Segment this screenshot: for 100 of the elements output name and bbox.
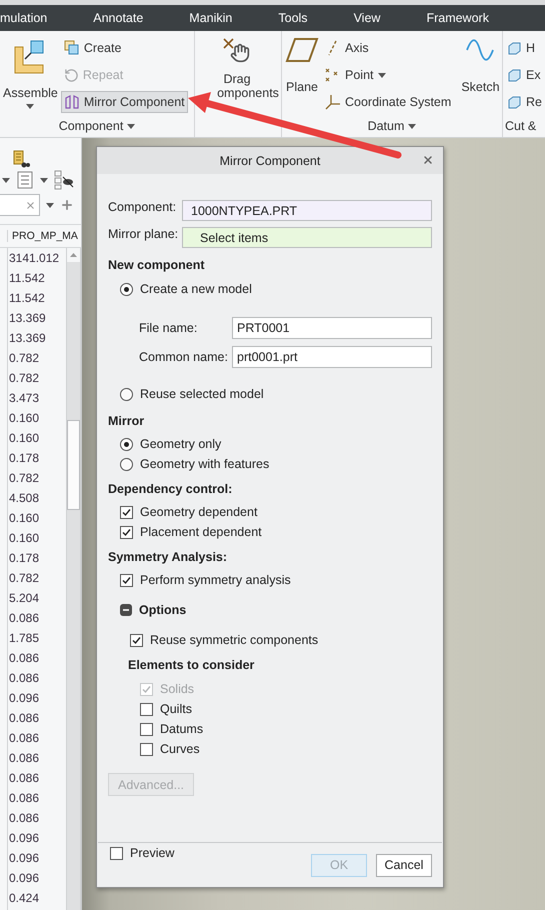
table-cell-text: 0.086 (8, 710, 40, 727)
checkbox-icon[interactable] (110, 846, 123, 860)
table-cell-text: 0.782 (8, 470, 40, 487)
create-button[interactable]: Create (60, 37, 188, 59)
menu-tab[interactable]: Tools (278, 11, 308, 25)
table-cell-text: 0.160 (8, 430, 40, 447)
dialog-button[interactable]: Cancel (376, 854, 432, 876)
table-cell-text: 0.086 (8, 810, 40, 827)
table-cell-text: 0.086 (8, 610, 40, 627)
field-label: Common name: (139, 350, 229, 364)
close-icon (422, 154, 434, 166)
radio-option[interactable]: Reuse selected model (120, 384, 264, 404)
checkbox-option[interactable]: Datums (140, 719, 204, 739)
sketch-button[interactable]: Sketch (458, 35, 503, 119)
table-cell-text: 0.096 (8, 690, 40, 707)
axes-icon (325, 94, 341, 110)
radio-option[interactable]: Create a new model (120, 279, 252, 299)
assemble-button[interactable]: Assemble (0, 35, 61, 119)
search-field[interactable] (0, 194, 40, 216)
options-toggle[interactable]: Options (120, 600, 186, 620)
radio-icon[interactable] (120, 458, 133, 470)
check-icon (142, 684, 151, 694)
checkbox-option[interactable]: Reuse symmetric components (130, 630, 318, 650)
table-cell-text: 13.369 (8, 310, 47, 327)
radio-option[interactable]: Geometry only (120, 434, 222, 454)
checkbox-icon[interactable] (140, 702, 153, 716)
mirror-icon (64, 94, 80, 110)
checkbox-option[interactable]: Geometry dependent (120, 502, 258, 522)
table-cell-text: 0.178 (8, 450, 40, 467)
check-icon (122, 528, 131, 536)
field-label: File name: (139, 320, 198, 334)
table-cell-text: 0.086 (8, 750, 40, 767)
solid-icon (507, 40, 522, 56)
caret-icon (26, 104, 34, 109)
checkbox-icon[interactable] (130, 634, 143, 646)
menu-tab[interactable]: mulation (0, 11, 48, 25)
scrollbar-thumb[interactable] (67, 420, 80, 510)
checkbox-option[interactable]: Placement dependent (120, 522, 262, 542)
scrollbar[interactable] (66, 248, 81, 910)
group-label[interactable]: Datum (368, 119, 416, 137)
caret-icon (408, 124, 416, 128)
table-cell-text: 1.785 (8, 630, 40, 647)
table-cell-text: 5.204 (8, 590, 40, 607)
table-cell-text: 4.508 (8, 490, 40, 507)
add-icon[interactable] (60, 198, 74, 212)
point-button[interactable]: Point (322, 64, 454, 86)
table-cell-text: 0.782 (8, 350, 40, 367)
checkbox-option[interactable]: Perform symmetry analysis (120, 570, 291, 590)
group-label[interactable]: Component (58, 119, 136, 137)
radio-icon[interactable] (120, 388, 133, 400)
file-name-field[interactable]: PRT0001 (232, 316, 432, 338)
radio-icon[interactable] (120, 282, 133, 296)
table-cell-text: 0.424 (8, 890, 40, 907)
menu-tab[interactable]: Annotate (93, 11, 144, 25)
cut-tool-button[interactable]: Ex (504, 64, 545, 86)
table-cell-text: 0.160 (8, 410, 40, 427)
drag-components-button[interactable]: Drag omponents (195, 35, 279, 137)
coordinate-system-button[interactable]: Coordinate System (322, 91, 454, 113)
menu-tab[interactable]: Manikin (189, 11, 232, 25)
plane-button[interactable]: Plane (282, 35, 322, 119)
checkbox-icon[interactable] (120, 574, 133, 586)
table-cell-text: 0.160 (8, 530, 40, 547)
table-cell-text: 0.086 (8, 670, 40, 687)
cut-tool-button[interactable]: Re (504, 91, 545, 113)
checkbox-icon[interactable] (140, 722, 153, 736)
tree-search-icon[interactable] (12, 150, 30, 168)
axis-button[interactable]: Axis (322, 37, 454, 59)
scroll-up-icon[interactable] (70, 253, 77, 257)
checkbox-icon[interactable] (140, 742, 153, 756)
solid-icon (507, 68, 522, 82)
checkbox-option[interactable]: Curves (140, 739, 200, 759)
hide-tree-icon[interactable] (54, 170, 74, 190)
clear-icon[interactable] (25, 200, 36, 210)
mirror-plane-field[interactable]: Select items (182, 227, 432, 248)
mirror-component-button[interactable]: Mirror Component (60, 91, 188, 113)
check-icon (122, 508, 131, 516)
section-heading: New component (108, 258, 205, 272)
column-header[interactable]: PRO_MP_MA (7, 230, 78, 242)
create-icon (64, 40, 80, 56)
checkbox-option[interactable]: Preview (110, 843, 174, 863)
common-name-field[interactable]: prt0001.prt (232, 346, 432, 368)
menu-tab[interactable]: Framework (426, 11, 489, 25)
table-cell-text: 0.782 (8, 570, 40, 587)
radio-icon[interactable] (120, 438, 133, 450)
menu-tab[interactable]: View (354, 11, 380, 25)
table-cell-text: 0.096 (8, 830, 40, 847)
caret-icon (127, 124, 136, 128)
cut-tool-button[interactable]: H (504, 37, 545, 59)
list-icon[interactable] (16, 171, 34, 189)
checkbox-option[interactable]: Quilts (140, 699, 192, 719)
table-cell-text: 0.782 (8, 370, 40, 387)
table-cell-text: 0.096 (8, 870, 40, 887)
checkbox-icon[interactable] (120, 506, 133, 518)
checkbox-icon[interactable] (120, 526, 133, 538)
section-heading: Symmetry Analysis: (108, 550, 228, 564)
sketch-icon (465, 37, 496, 63)
component-field[interactable]: 1000NTYPEA.PRT (182, 200, 432, 221)
radio-option[interactable]: Geometry with features (120, 454, 270, 474)
table-cell-text: 0.160 (8, 510, 40, 527)
field-label: Mirror plane: (108, 227, 180, 241)
